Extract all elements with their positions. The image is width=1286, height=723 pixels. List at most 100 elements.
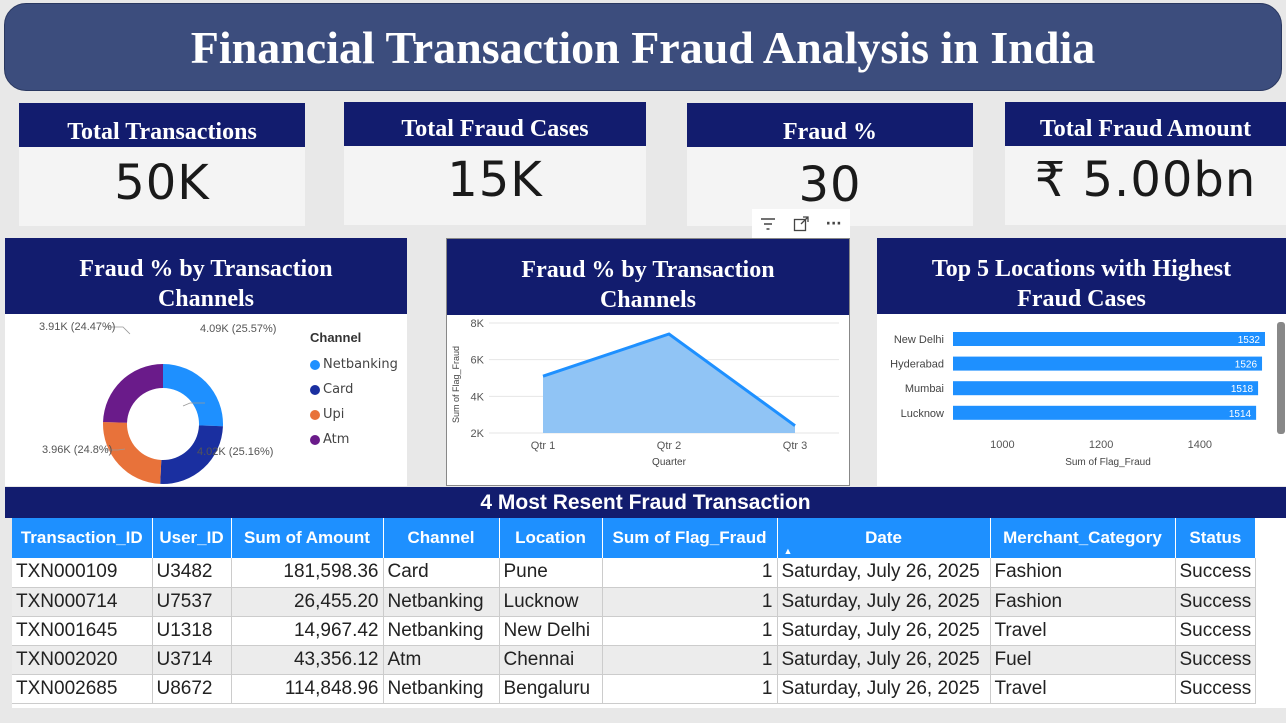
bar-xtick: 1200 — [1089, 439, 1113, 451]
donut-label-card: 4.02K (25.16%) — [197, 446, 273, 458]
table-cell: Success — [1175, 587, 1257, 617]
table-cell: 181,598.36 — [231, 558, 384, 588]
focus-mode-icon[interactable] — [788, 213, 814, 235]
bar-xtick: 1000 — [990, 439, 1014, 451]
kpi-total-fraud-amount[interactable]: Total Fraud Amount ₹ 5.00bn — [1005, 102, 1286, 225]
col-location[interactable]: Location — [499, 518, 603, 558]
area-xtick: Qtr 3 — [783, 440, 807, 452]
visual-toolbar: ··· — [752, 209, 850, 239]
area-ytick: 4K — [471, 391, 485, 403]
col-transaction-id[interactable]: Transaction_ID — [12, 518, 153, 558]
legend-item-card[interactable]: Card — [310, 377, 398, 402]
scrollbar[interactable] — [1277, 322, 1285, 434]
table-cell: Fuel — [990, 645, 1176, 675]
filter-icon[interactable] — [755, 213, 781, 235]
kpi-fraud-percent[interactable]: Fraud % 30 — [687, 103, 973, 226]
donut-label-atm: 3.91K (24.47%) — [39, 321, 115, 333]
bar-value-label: 1526 — [1235, 360, 1258, 371]
donut-chart-panel[interactable]: Fraud % by Transaction Channels 4.09K (2… — [5, 238, 407, 486]
table-title: 4 Most Resent Fraud Transaction — [5, 487, 1286, 518]
col-date[interactable]: Date ▲ — [777, 518, 991, 558]
col-sum-of-flag-fraud[interactable]: Sum of Flag_Fraud — [602, 518, 778, 558]
table-cell: TXN000714 — [12, 587, 153, 617]
area-ytick: 6K — [471, 355, 485, 367]
col-sum-of-amount[interactable]: Sum of Amount — [231, 518, 384, 558]
donut-slice-netbanking[interactable] — [163, 364, 223, 427]
area-ytick: 8K — [471, 318, 485, 330]
donut-label-upi: 3.96K (24.8%) — [42, 444, 112, 456]
table-cell: 1 — [602, 558, 778, 588]
col-user-id[interactable]: User_ID — [152, 518, 232, 558]
table-row[interactable]: TXN000714 U7537 26,455.20 Netbanking Lucknow… — [12, 587, 1257, 617]
table-cell: 1 — [602, 587, 778, 617]
table-cell: Bengaluru — [499, 674, 603, 704]
area-chart-title: Fraud % by Transaction Channels — [447, 239, 849, 315]
sort-ascending-icon: ▲ — [783, 546, 793, 556]
table-cell: Netbanking — [383, 616, 500, 646]
table-cell: 43,356.12 — [231, 645, 384, 675]
more-options-icon[interactable]: ··· — [821, 213, 847, 235]
bar-xtick: 1400 — [1188, 439, 1212, 451]
kpi-label: Total Fraud Cases — [344, 102, 646, 146]
table-cell: U3482 — [152, 558, 232, 588]
table-cell: Chennai — [499, 645, 603, 675]
area-chart: Sum of Flag_Fraud 8K 6K 4K 2K Qtr 1 Qtr 2 Qtr… — [451, 318, 839, 468]
table-cell: Saturday, July 26, 2025 — [777, 558, 991, 588]
donut-label-netbanking: 4.09K (25.57%) — [200, 323, 276, 335]
table-cell: Netbanking — [383, 674, 500, 704]
kpi-label: Total Transactions — [19, 103, 305, 147]
table-row[interactable]: TXN000109 U3482 181,598.36 Card Pune 1 Saturda… — [12, 558, 1257, 588]
kpi-total-fraud-cases[interactable]: Total Fraud Cases 15K — [344, 102, 646, 225]
legend-item-atm[interactable]: Atm — [310, 427, 398, 452]
table-cell: Saturday, July 26, 2025 — [777, 616, 991, 646]
table-row[interactable]: TXN002685 U8672 114,848.96 Netbanking Bengal… — [12, 674, 1257, 704]
kpi-total-transactions[interactable]: Total Transactions 50K — [19, 103, 305, 226]
table-header-row: Transaction_ID User_ID Sum of Amount Cha… — [12, 518, 1257, 558]
table-row[interactable]: TXN001645 U1318 14,967.42 Netbanking New Del… — [12, 616, 1257, 646]
legend-label: Card — [323, 382, 354, 397]
bar-chart-panel[interactable]: Top 5 Locations with Highest Fraud Cases… — [877, 238, 1286, 486]
area-xtick: Qtr 1 — [531, 440, 555, 452]
legend-label: Upi — [323, 407, 345, 422]
kpi-value: 15K — [447, 152, 543, 208]
legend-item-netbanking[interactable]: Netbanking — [310, 352, 398, 377]
table-cell: U7537 — [152, 587, 232, 617]
area-chart-panel[interactable]: Fraud % by Transaction Channels Sum of F… — [446, 238, 850, 486]
area-ylabel: Sum of Flag_Fraud — [451, 346, 461, 423]
bar-new-delhi[interactable] — [953, 332, 1265, 346]
col-channel[interactable]: Channel — [383, 518, 500, 558]
legend-dot — [310, 434, 320, 445]
kpi-value: 30 — [798, 157, 862, 213]
table-row[interactable]: TXN002020 U3714 43,356.12 Atm Chennai 1 Saturd… — [12, 645, 1257, 675]
table-cell: Success — [1175, 558, 1257, 588]
table-cell: Saturday, July 26, 2025 — [777, 674, 991, 704]
table-cell: Travel — [990, 616, 1176, 646]
bar-value-label: 1532 — [1238, 335, 1261, 346]
legend-item-upi[interactable]: Upi — [310, 402, 398, 427]
col-merchant-category[interactable]: Merchant_Category — [990, 518, 1176, 558]
table-cell: 114,848.96 — [231, 674, 384, 704]
table-cell: Atm — [383, 645, 500, 675]
table-cell: Netbanking — [383, 587, 500, 617]
bar-mumbai[interactable] — [953, 381, 1259, 396]
col-status[interactable]: Status — [1175, 518, 1257, 558]
kpi-value: 50K — [114, 155, 210, 211]
bar-chart-title: Top 5 Locations with Highest Fraud Cases — [877, 238, 1286, 314]
dashboard-title: Financial Transaction Fraud Analysis in … — [4, 3, 1282, 91]
table-cell: Lucknow — [499, 587, 603, 617]
bar-xlabel: Sum of Flag_Fraud — [1065, 457, 1151, 468]
bar-lucknow[interactable] — [953, 405, 1257, 420]
legend-title: Channel — [310, 330, 362, 345]
donut-slice-atm[interactable] — [103, 364, 163, 423]
bar-value-label: 1514 — [1229, 409, 1252, 420]
area-xlabel: Quarter — [652, 457, 687, 468]
bar-category-label: New Delhi — [894, 334, 944, 346]
bar-value-label: 1518 — [1231, 384, 1254, 395]
bar-chart: New Delhi Hyderabad Mumbai Lucknow 1532 1526… — [890, 332, 1265, 468]
table-cell: 26,455.20 — [231, 587, 384, 617]
donut-legend: Channel Netbanking Card Upi Atm — [310, 330, 398, 452]
table-cell: 1 — [602, 674, 778, 704]
table-cell: Success — [1175, 616, 1257, 646]
bar-category-label: Hyderabad — [890, 359, 944, 371]
bar-hyderabad[interactable] — [953, 356, 1263, 371]
